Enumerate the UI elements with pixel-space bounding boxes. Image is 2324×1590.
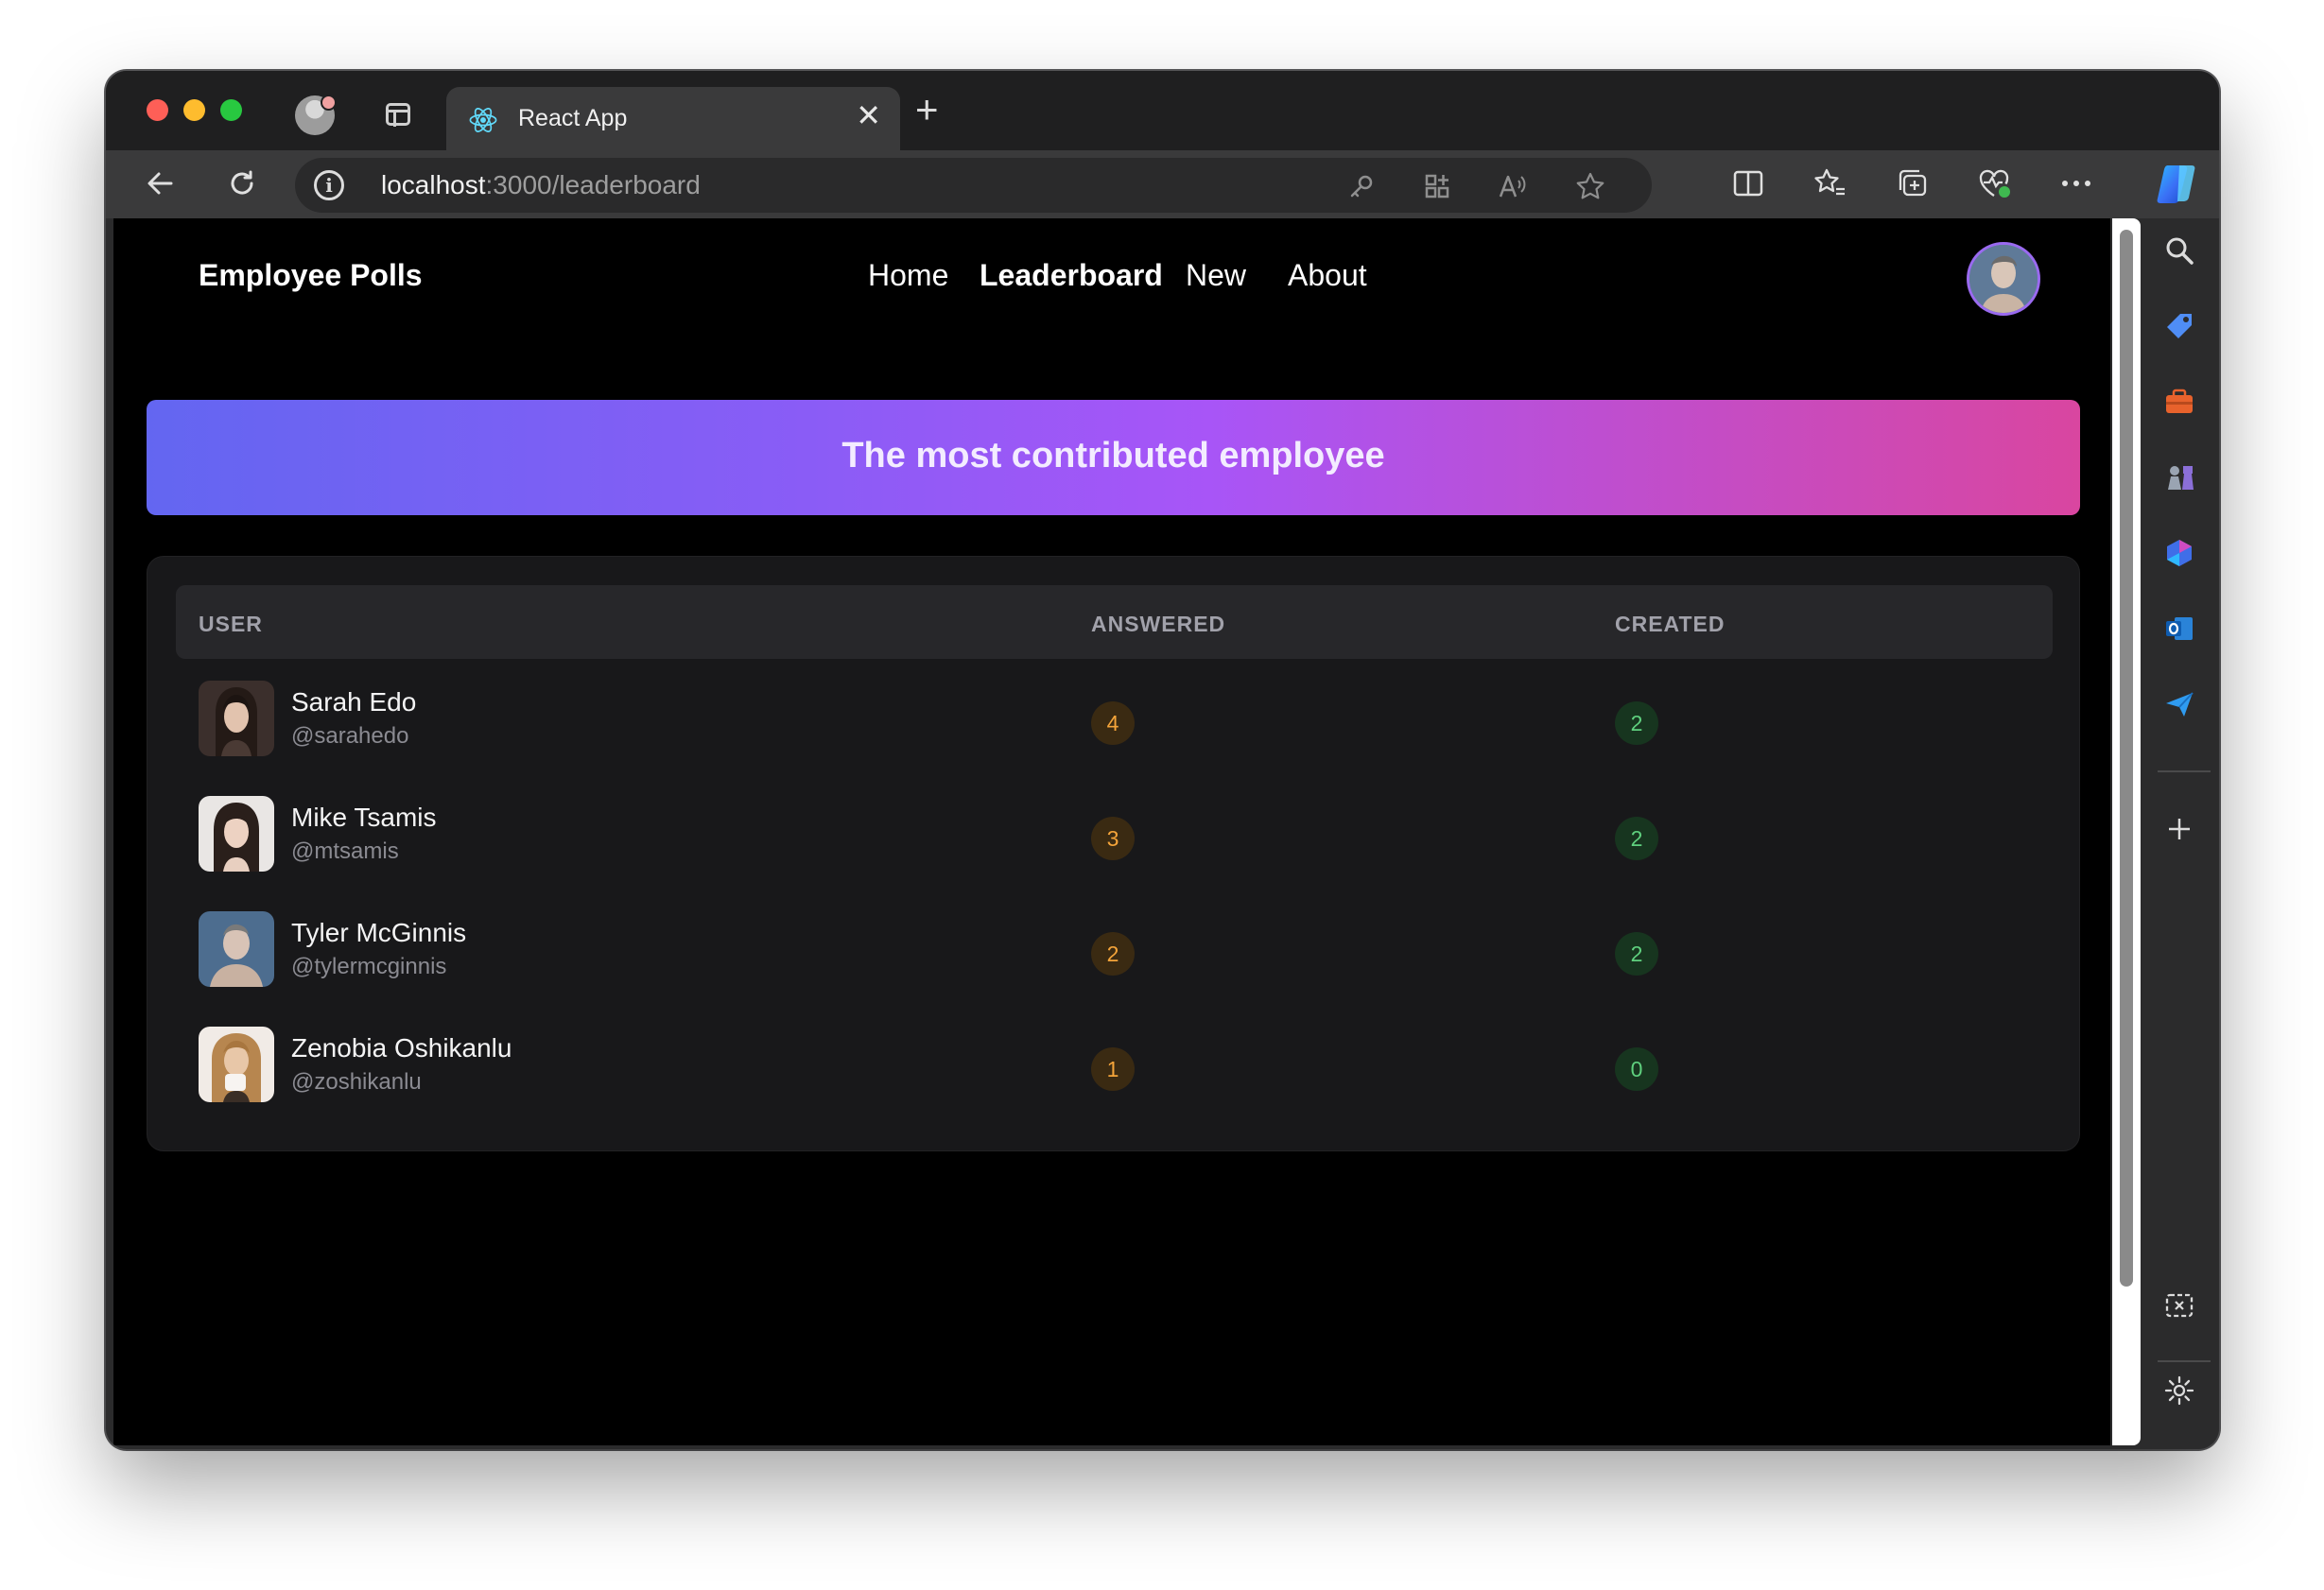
- favorites-icon[interactable]: [1810, 163, 1851, 204]
- maximize-window-button[interactable]: [220, 99, 242, 121]
- banner-title: The most contributed employee: [841, 436, 1385, 475]
- outlook-icon[interactable]: [2157, 606, 2202, 651]
- key-icon[interactable]: [1343, 167, 1380, 205]
- games-icon[interactable]: [2157, 455, 2202, 500]
- user-handle: @sarahedo: [291, 723, 409, 749]
- header-answered: ANSWERED: [1091, 612, 1226, 636]
- nav-about[interactable]: About: [1288, 258, 1367, 293]
- user-name: Zenobia Oshikanlu: [291, 1033, 512, 1063]
- shopping-tag-icon[interactable]: [2157, 303, 2202, 349]
- answered-count-badge: 1: [1091, 1047, 1135, 1091]
- answered-count-badge: 4: [1091, 701, 1135, 745]
- header-user: USER: [199, 612, 263, 636]
- user-avatar[interactable]: [1967, 242, 2040, 316]
- user-avatar: [199, 1027, 274, 1102]
- send-icon[interactable]: [2157, 682, 2202, 727]
- settings-gear-icon[interactable]: [2157, 1368, 2202, 1413]
- back-icon[interactable]: [140, 163, 182, 204]
- table-row: Mike Tsamis @mtsamis 3 2: [176, 774, 2053, 890]
- url-path: :3000/leaderboard: [485, 170, 701, 199]
- scrollbar-thumb[interactable]: [2120, 230, 2133, 1287]
- url-text[interactable]: localhost:3000/leaderboard: [381, 170, 701, 200]
- close-tab-icon[interactable]: ✕: [856, 100, 881, 130]
- address-bar[interactable]: i localhost:3000/leaderboard: [295, 158, 1652, 213]
- url-host: localhost: [381, 170, 486, 199]
- close-window-button[interactable]: [147, 99, 168, 121]
- screenshot-icon[interactable]: [2157, 1283, 2202, 1328]
- tab-actions-icon[interactable]: [386, 103, 410, 127]
- browser-essentials-icon[interactable]: [1974, 163, 2016, 204]
- page-viewport: Employee Polls Home Leaderboard New Abou…: [113, 218, 2110, 1445]
- user-name: Sarah Edo: [291, 687, 417, 717]
- new-tab-button[interactable]: +: [915, 90, 939, 130]
- nav-new[interactable]: New: [1186, 258, 1246, 293]
- header-created: CREATED: [1615, 612, 1726, 636]
- browser-toolbar: i localhost:3000/leaderboard: [106, 150, 2219, 218]
- nav-home[interactable]: Home: [868, 258, 948, 293]
- user-avatar: [199, 911, 274, 987]
- sidebar-divider: [2158, 1360, 2211, 1362]
- user-handle: @tylermcginnis: [291, 954, 447, 979]
- search-icon[interactable]: [2157, 228, 2202, 273]
- add-icon[interactable]: [2157, 806, 2202, 852]
- table-row: Sarah Edo @sarahedo 4 2: [176, 659, 2053, 774]
- leaderboard-banner: The most contributed employee: [147, 400, 2080, 515]
- site-info-icon[interactable]: i: [314, 170, 344, 200]
- microsoft-365-icon[interactable]: [2157, 530, 2202, 576]
- created-count-badge: 0: [1615, 1047, 1658, 1091]
- user-name: Tyler McGinnis: [291, 918, 467, 947]
- created-count-badge: 2: [1615, 817, 1658, 860]
- more-options-icon[interactable]: [2055, 163, 2097, 204]
- collections-icon[interactable]: [1892, 163, 1934, 204]
- answered-count-badge: 3: [1091, 817, 1135, 860]
- user-avatar: [199, 796, 274, 872]
- title-bar: React App ✕ +: [106, 71, 2219, 150]
- created-count-badge: 2: [1615, 701, 1658, 745]
- page-scrollbar[interactable]: [2112, 218, 2141, 1445]
- user-avatar: [199, 681, 274, 756]
- favorite-star-icon[interactable]: [1571, 167, 1609, 205]
- nav-leaderboard[interactable]: Leaderboard: [980, 258, 1163, 293]
- browser-sidebar: [2141, 218, 2219, 1449]
- created-count-badge: 2: [1615, 932, 1658, 976]
- leaderboard-table: USER ANSWERED CREATED Sarah Edo @sarahed…: [147, 556, 2080, 1151]
- table-row: Zenobia Oshikanlu @zoshikanlu 1 0: [176, 1005, 2053, 1120]
- table-row: Tyler McGinnis @tylermcginnis 2 2: [176, 890, 2053, 1005]
- table-header: USER ANSWERED CREATED: [176, 585, 2053, 659]
- answered-count-badge: 2: [1091, 932, 1135, 976]
- browser-profile-icon[interactable]: [295, 95, 337, 135]
- sidebar-divider: [2158, 770, 2211, 772]
- split-screen-icon[interactable]: [1727, 163, 1769, 204]
- browser-window: React App ✕ + i localhost:3000/leaderboa…: [106, 71, 2219, 1449]
- read-aloud-icon[interactable]: [1494, 167, 1532, 205]
- tab-title: React App: [518, 105, 628, 131]
- app-brand[interactable]: Employee Polls: [199, 258, 423, 293]
- copilot-icon[interactable]: [2152, 163, 2205, 204]
- apps-icon[interactable]: [1418, 167, 1456, 205]
- user-handle: @zoshikanlu: [291, 1069, 422, 1095]
- tab-react-app[interactable]: React App ✕: [446, 87, 900, 150]
- user-name: Mike Tsamis: [291, 803, 437, 832]
- reload-icon[interactable]: [221, 163, 263, 204]
- tools-briefcase-icon[interactable]: [2157, 379, 2202, 424]
- user-handle: @mtsamis: [291, 838, 399, 864]
- react-logo-icon: [469, 108, 497, 132]
- minimize-window-button[interactable]: [183, 99, 205, 121]
